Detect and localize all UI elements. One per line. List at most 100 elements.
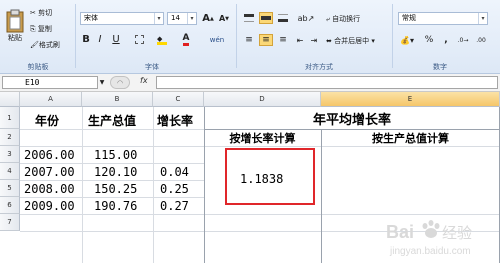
cell-c5[interactable]: 0.25 bbox=[160, 182, 189, 196]
cell-a6[interactable]: 2009.00 bbox=[24, 199, 75, 213]
align-middle-button[interactable] bbox=[259, 12, 273, 24]
clipboard-group-label: 剪贴板 bbox=[27, 63, 49, 71]
column-header-d[interactable]: D bbox=[204, 92, 321, 107]
font-name-select[interactable]: 宋体 ▾ bbox=[80, 12, 164, 25]
insert-function-button[interactable]: fx bbox=[140, 76, 148, 85]
copy-label: 复制 bbox=[37, 25, 52, 33]
cell-a4[interactable]: 2007.00 bbox=[24, 165, 75, 179]
cell-b6[interactable]: 190.76 bbox=[94, 199, 137, 213]
increase-decimal-icon: .0→ bbox=[457, 36, 469, 44]
shrink-font-button[interactable]: A ▼ bbox=[217, 12, 231, 25]
align-top-button[interactable] bbox=[242, 12, 256, 24]
cell-c1-rate-header[interactable]: 增长率 bbox=[157, 112, 193, 129]
row-header-6[interactable]: 6 bbox=[0, 197, 20, 214]
name-box[interactable]: E10 bbox=[2, 76, 98, 89]
wrap-text-icon: ⤶ bbox=[326, 15, 330, 23]
decrease-decimal-button[interactable]: .00 bbox=[474, 34, 488, 46]
drag-handle-icon: ◠ bbox=[116, 78, 124, 87]
row-header-2[interactable]: 2 bbox=[0, 129, 20, 146]
cell-a1-year-header[interactable]: 年份 bbox=[35, 112, 59, 129]
alignment-group-label: 对齐方式 bbox=[305, 63, 333, 71]
row-header-5[interactable]: 5 bbox=[0, 180, 20, 197]
merged-title-cell[interactable]: 年平均增长率 bbox=[204, 109, 500, 128]
name-box-value: E10 bbox=[25, 78, 40, 87]
align-bottom-button[interactable] bbox=[276, 12, 290, 24]
comma-button[interactable]: , bbox=[440, 34, 452, 46]
text-orientation-icon: ab↗ bbox=[297, 13, 315, 23]
column-header-c[interactable]: C bbox=[153, 92, 204, 107]
cell-b4[interactable]: 120.10 bbox=[94, 165, 137, 179]
cell-a3[interactable]: 2006.00 bbox=[24, 148, 75, 162]
decrease-indent-icon: ⇤ bbox=[296, 35, 304, 45]
increase-decimal-button[interactable]: .0→ bbox=[456, 34, 470, 46]
column-header-a[interactable]: A bbox=[20, 92, 82, 107]
align-right-button[interactable]: ≡ bbox=[276, 34, 290, 46]
phonetic-button[interactable]: wén bbox=[206, 33, 228, 46]
row-header-4[interactable]: 4 bbox=[0, 163, 20, 180]
comma-icon: , bbox=[444, 35, 448, 45]
percent-button[interactable]: % bbox=[423, 34, 435, 46]
underline-icon: U bbox=[112, 34, 120, 45]
number-format-select[interactable]: 常规 ▾ bbox=[398, 12, 488, 25]
format-painter-button[interactable]: 🖌格式刷 bbox=[30, 40, 60, 50]
format-painter-label: 格式刷 bbox=[38, 41, 60, 49]
cell-b5[interactable]: 150.25 bbox=[94, 182, 137, 196]
align-top-icon bbox=[244, 14, 254, 22]
font-size-value: 14 bbox=[171, 14, 180, 22]
cell-c4[interactable]: 0.04 bbox=[160, 165, 189, 179]
row-header-7[interactable]: 7 bbox=[0, 214, 20, 231]
separator bbox=[392, 4, 393, 68]
cut-button[interactable]: ✂ 剪切 bbox=[30, 8, 52, 18]
column-header-e[interactable]: E bbox=[321, 92, 500, 107]
row-header-3[interactable]: 3 bbox=[0, 146, 20, 163]
orientation-button[interactable]: ab↗ bbox=[296, 12, 316, 24]
bold-icon: B bbox=[82, 34, 90, 45]
font-color-button[interactable]: A bbox=[177, 33, 195, 46]
align-left-icon: ≡ bbox=[245, 35, 253, 45]
baidu-logo: Bai 经验 jingyan.baidu.com bbox=[386, 220, 472, 257]
font-group-label: 字体 bbox=[145, 63, 159, 71]
gridline bbox=[20, 163, 204, 164]
wrap-text-label: 自动换行 bbox=[332, 15, 361, 23]
wrap-text-button[interactable]: ⤶ 自动换行 bbox=[326, 14, 360, 24]
italic-button[interactable]: I bbox=[94, 33, 106, 46]
font-size-select[interactable]: 14 ▾ bbox=[167, 12, 197, 25]
formula-input[interactable] bbox=[156, 76, 498, 89]
row-header-1[interactable]: 1 bbox=[0, 107, 20, 129]
align-center-button[interactable]: ≡ bbox=[259, 34, 273, 46]
cell-a5[interactable]: 2008.00 bbox=[24, 182, 75, 196]
cell-c6[interactable]: 0.27 bbox=[160, 199, 189, 213]
underline-button[interactable]: U bbox=[108, 33, 124, 46]
paste-button[interactable]: 粘贴 bbox=[2, 4, 28, 48]
copy-button[interactable]: ⎘ 复制 bbox=[30, 24, 52, 34]
fx-icon: fx bbox=[140, 76, 148, 85]
chevron-down-icon: ▾ bbox=[154, 13, 163, 24]
name-box-dropdown[interactable]: ▼ bbox=[98, 77, 106, 88]
align-middle-icon bbox=[261, 16, 271, 20]
formula-bar-handle[interactable]: ◠ bbox=[110, 76, 130, 89]
copy-icon: ⎘ bbox=[30, 25, 36, 33]
font-name-value: 宋体 bbox=[84, 14, 98, 22]
gridline bbox=[20, 146, 500, 147]
column-header-b[interactable]: B bbox=[82, 92, 153, 107]
cell-d2-by-rate[interactable]: 按增长率计算 bbox=[204, 130, 321, 146]
phonetic-icon: wén bbox=[209, 35, 225, 44]
currency-button[interactable]: 💰▾ bbox=[398, 34, 416, 46]
increase-indent-button[interactable]: ⇥ bbox=[308, 34, 320, 46]
decrease-indent-button[interactable]: ⇤ bbox=[294, 34, 306, 46]
cell-b1-gdp-header[interactable]: 生产总值 bbox=[88, 112, 136, 129]
paste-label: 粘贴 bbox=[8, 34, 22, 42]
merge-center-button[interactable]: ⬌ 合并后居中 ▾ bbox=[326, 36, 375, 46]
cell-e2-by-total[interactable]: 按生产总值计算 bbox=[321, 130, 500, 146]
svg-text:经验: 经验 bbox=[442, 224, 472, 242]
cell-b3[interactable]: 115.00 bbox=[94, 148, 137, 162]
border-button[interactable] bbox=[130, 33, 148, 46]
bold-button[interactable]: B bbox=[80, 33, 92, 46]
chevron-down-icon: ▾ bbox=[187, 13, 196, 24]
separator bbox=[236, 4, 237, 68]
grow-font-button[interactable]: A ▲ bbox=[201, 12, 215, 25]
italic-icon: I bbox=[98, 34, 102, 45]
align-left-button[interactable]: ≡ bbox=[242, 34, 256, 46]
select-all-corner[interactable] bbox=[0, 92, 20, 107]
fill-color-button[interactable]: ◆ bbox=[153, 33, 171, 46]
